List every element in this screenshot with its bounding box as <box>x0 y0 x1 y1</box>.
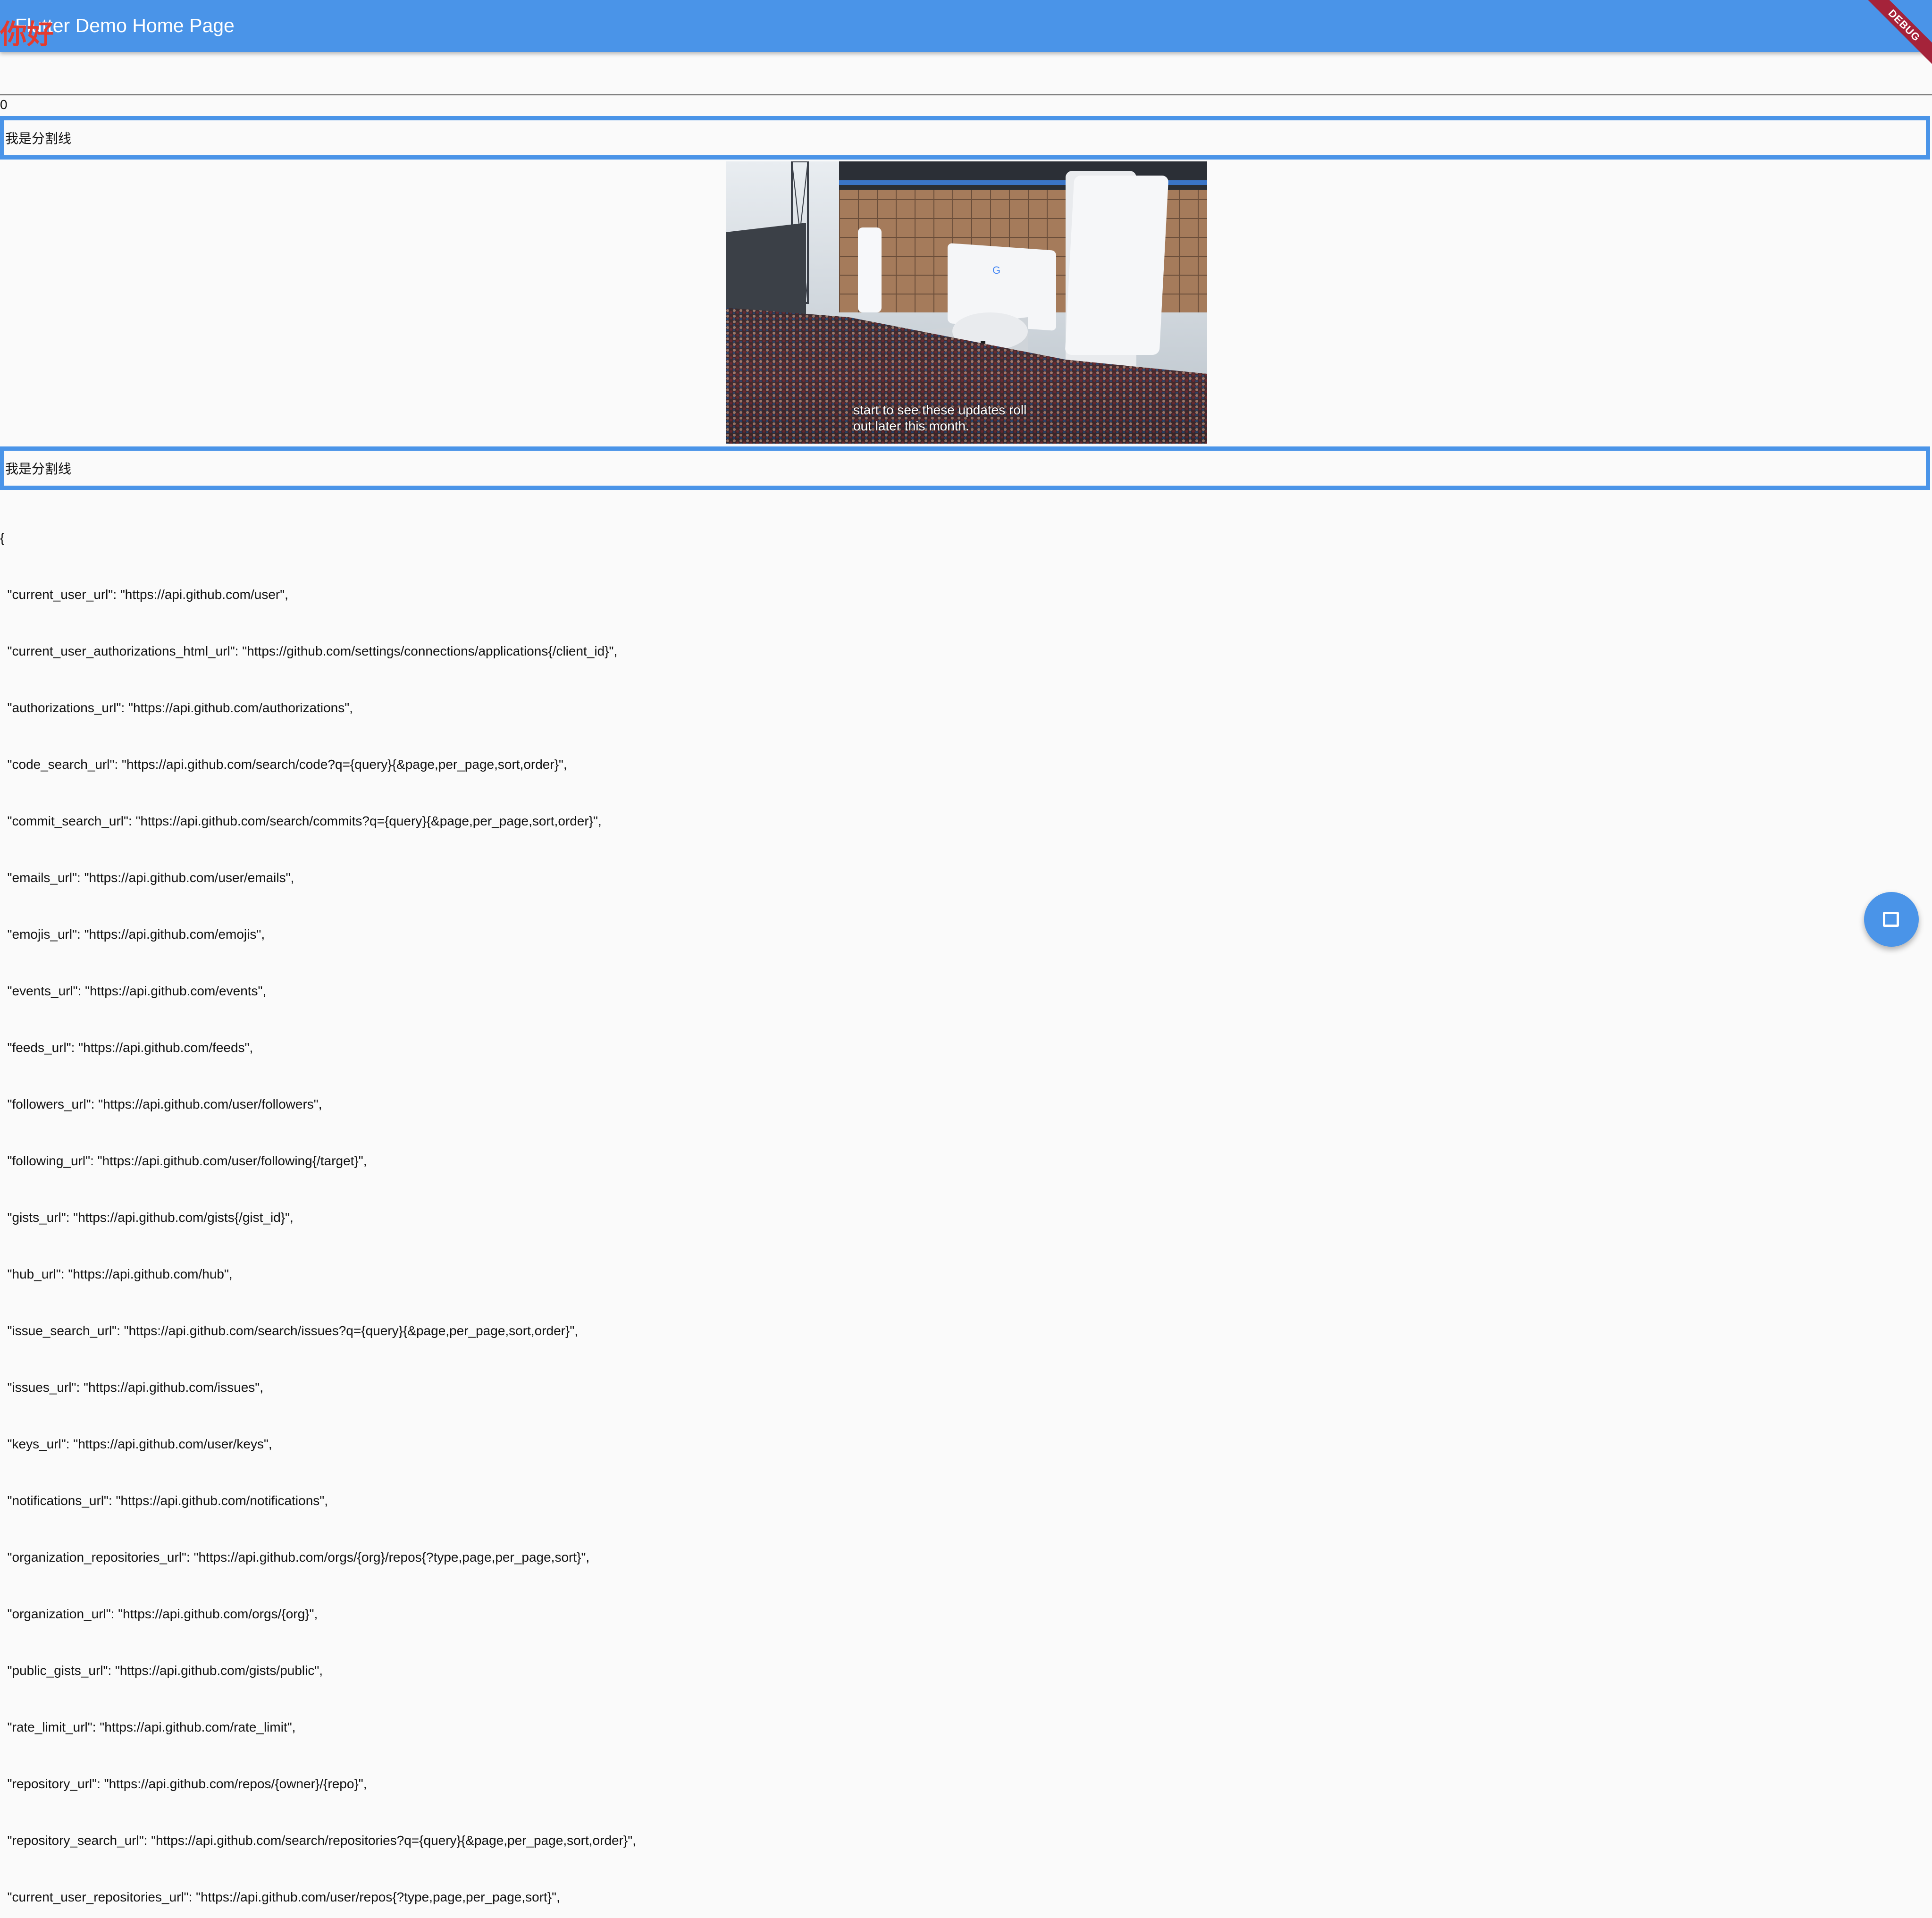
json-line: "repository_search_url": "https://api.gi… <box>0 1833 636 1848</box>
json-line: "authorizations_url": "https://api.githu… <box>0 700 353 715</box>
video-caption-line: start to see these updates roll <box>853 403 1027 417</box>
counter-value: 0 <box>0 97 8 112</box>
video-caption: start to see these updates roll out late… <box>853 402 1051 434</box>
debug-banner: DEBUG <box>1861 0 1932 71</box>
square-outline-icon <box>1883 912 1899 927</box>
json-line: "current_user_url": "https://api.github.… <box>0 587 288 602</box>
app-bar: Flutter Demo Home Page <box>0 0 1932 52</box>
json-line: "issue_search_url": "https://api.github.… <box>0 1323 579 1338</box>
divider-label: 我是分割线 <box>5 461 72 477</box>
divider-label: 我是分割线 <box>5 131 72 146</box>
text-input-field[interactable] <box>0 52 1932 95</box>
svg-text:G: G <box>992 264 1000 276</box>
json-line: { <box>0 530 5 545</box>
json-line: "repository_url": "https://api.github.co… <box>0 1776 367 1791</box>
json-line: "notifications_url": "https://api.github… <box>0 1493 328 1508</box>
json-line: "keys_url": "https://api.github.com/user… <box>0 1437 272 1451</box>
json-line: "followers_url": "https://api.github.com… <box>0 1097 322 1111</box>
json-line: "organization_url": "https://api.github.… <box>0 1607 318 1621</box>
api-response-text: { "current_user_url": "https://api.githu… <box>0 491 636 1918</box>
video-frame-image: G <box>726 161 1207 444</box>
debug-banner-label: DEBUG <box>1861 0 1932 69</box>
json-line: "rate_limit_url": "https://api.github.co… <box>0 1720 296 1734</box>
floating-action-button[interactable] <box>1864 892 1919 947</box>
json-line: "public_gists_url": "https://api.github.… <box>0 1663 323 1678</box>
json-line: "hub_url": "https://api.github.com/hub", <box>0 1267 233 1281</box>
json-line: "commit_search_url": "https://api.github… <box>0 814 602 828</box>
json-line: "emails_url": "https://api.github.com/us… <box>0 870 294 885</box>
json-line: "code_search_url": "https://api.github.c… <box>0 757 567 772</box>
hello-overlay-text: 你好 <box>0 19 54 50</box>
video-player[interactable]: G start to see these updates roll out la… <box>726 161 1207 444</box>
json-line: "current_user_authorizations_html_url": … <box>0 644 618 658</box>
json-line: "feeds_url": "https://api.github.com/fee… <box>0 1040 253 1055</box>
json-line: "organization_repositories_url": "https:… <box>0 1550 590 1565</box>
json-line: "gists_url": "https://api.github.com/gis… <box>0 1210 294 1225</box>
json-line: "issues_url": "https://api.github.com/is… <box>0 1380 264 1395</box>
json-line: "following_url": "https://api.github.com… <box>0 1153 367 1168</box>
divider-box-bottom: 我是分割线 <box>0 446 1930 490</box>
json-line: "events_url": "https://api.github.com/ev… <box>0 984 267 998</box>
video-caption-line: out later this month. <box>853 419 969 433</box>
json-line: "emojis_url": "https://api.github.com/em… <box>0 927 265 942</box>
divider-box-top: 我是分割线 <box>0 116 1930 160</box>
json-line: "current_user_repositories_url": "https:… <box>0 1890 560 1904</box>
